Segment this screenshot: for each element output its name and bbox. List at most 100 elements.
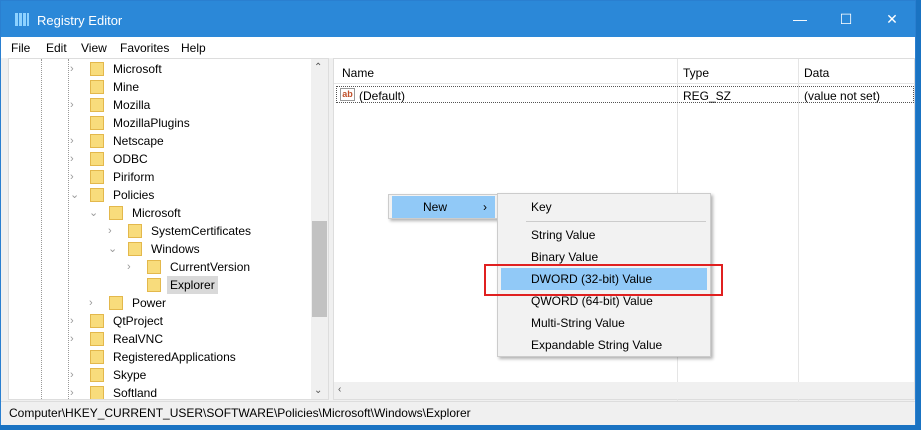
tree-guide-line [68, 59, 69, 399]
menu-item-expandable-string-value[interactable]: Expandable String Value [501, 334, 707, 356]
folder-icon [90, 116, 104, 130]
folder-icon [90, 350, 104, 364]
tree-item-label: Microsoft [113, 62, 162, 76]
string-value-icon: ab [340, 88, 355, 101]
value-type: REG_SZ [683, 89, 732, 103]
tree-item-label: QtProject [113, 314, 164, 328]
chevron-right-icon[interactable]: › [70, 168, 80, 186]
item-label: Expandable String Value [531, 338, 663, 352]
folder-icon [90, 188, 104, 202]
chevron-down-icon[interactable]: ⌄ [108, 240, 118, 258]
folder-icon [90, 80, 104, 94]
item-label: Multi-String Value [531, 316, 625, 330]
tree-item-label: RegisteredApplications [113, 350, 236, 364]
status-bar: Computer\HKEY_CURRENT_USER\SOFTWARE\Poli… [1, 401, 915, 425]
tree-item-label: ODBC [113, 152, 148, 166]
tree-item-label: CurrentVersion [170, 260, 251, 274]
folder-icon [147, 260, 161, 274]
menu-file[interactable]: File [11, 41, 30, 55]
value-row[interactable]: ab (Default) REG_SZ (value not set) [336, 86, 914, 103]
folder-icon [128, 242, 142, 256]
scroll-left-icon[interactable]: ‹ [338, 384, 341, 395]
column-name[interactable]: Name [342, 66, 374, 80]
tree-item-label: Mine [113, 80, 140, 94]
folder-icon [90, 134, 104, 148]
chevron-right-icon[interactable]: › [70, 150, 80, 168]
context-menu: New › [388, 194, 499, 219]
tree-scrollbar[interactable]: ⌃ ⌄ [311, 59, 328, 399]
chevron-right-icon[interactable]: › [70, 366, 80, 384]
chevron-down-icon[interactable]: ⌄ [70, 186, 80, 204]
status-path: Computer\HKEY_CURRENT_USER\SOFTWARE\Poli… [9, 406, 471, 420]
chevron-down-icon[interactable]: ⌄ [89, 204, 99, 222]
tree-item-label: Explorer [167, 276, 218, 294]
chevron-right-icon[interactable]: › [70, 330, 80, 348]
tree-item-label: Skype [113, 368, 147, 382]
tree-item-label: Windows [151, 242, 200, 256]
folder-icon [90, 62, 104, 76]
folder-icon [90, 332, 104, 346]
chevron-right-icon[interactable]: › [70, 96, 80, 114]
chevron-right-icon[interactable]: › [127, 258, 137, 276]
folder-icon [90, 386, 104, 399]
tree-item-label: Piriform [113, 170, 155, 184]
chevron-right-icon[interactable]: › [70, 132, 80, 150]
new-label: New [423, 200, 448, 214]
chevron-right-icon[interactable]: › [70, 312, 80, 330]
column-data[interactable]: Data [804, 66, 829, 80]
folder-icon [147, 278, 161, 292]
menu-item-new[interactable]: New › [392, 196, 495, 218]
chevron-right-icon[interactable]: › [108, 222, 118, 240]
folder-icon [90, 152, 104, 166]
folder-icon [90, 314, 104, 328]
tree-item-label: Policies [113, 188, 155, 202]
scroll-up-icon[interactable]: ⌃ [314, 62, 322, 73]
folder-icon [109, 206, 123, 220]
folder-icon [128, 224, 142, 238]
key-tree[interactable]: › Microsoft Mine › Mozilla MozillaPlugins › Net… [8, 58, 329, 400]
tree-item-label: Softland [113, 386, 158, 400]
chevron-right-icon[interactable]: › [89, 294, 99, 312]
menu-edit[interactable]: Edit [46, 41, 67, 55]
item-label: String Value [531, 228, 596, 242]
column-type[interactable]: Type [683, 66, 709, 80]
minimize-button[interactable]: — [777, 1, 823, 37]
chevron-right-icon[interactable]: › [70, 384, 80, 399]
tree-item-label: RealVNC [113, 332, 164, 346]
menu-view[interactable]: View [81, 41, 107, 55]
folder-icon [90, 98, 104, 112]
menu-item-multi-string-value[interactable]: Multi-String Value [501, 312, 707, 334]
item-label: Key [531, 200, 552, 214]
folder-icon [90, 368, 104, 382]
column-divider[interactable] [798, 59, 799, 401]
tree-item-label: Netscape [113, 134, 164, 148]
scrollbar-thumb[interactable] [312, 221, 327, 317]
tree-item-label: Microsoft [132, 206, 181, 220]
highlight-annotation-box [484, 264, 723, 296]
menu-item-string-value[interactable]: String Value [501, 224, 707, 246]
folder-icon [90, 170, 104, 184]
scroll-down-icon[interactable]: ⌄ [314, 385, 322, 396]
value-name: (Default) [359, 89, 406, 103]
menu-separator [526, 221, 706, 222]
close-button[interactable]: ✕ [869, 1, 915, 37]
values-header: Name Type Data [334, 59, 914, 84]
menu-item-key[interactable]: Key [501, 196, 707, 218]
tree-item-label: Mozilla [113, 98, 151, 112]
menu-favorites[interactable]: Favorites [120, 41, 169, 55]
title-bar: Registry Editor — ☐ ✕ [1, 1, 915, 37]
chevron-right-icon[interactable]: › [70, 60, 80, 78]
menu-help[interactable]: Help [181, 41, 206, 55]
tree-item-label: SystemCertificates [151, 224, 252, 238]
tree-guide-line [41, 59, 42, 399]
registry-editor-icon [15, 13, 29, 26]
maximize-button[interactable]: ☐ [823, 1, 869, 37]
submenu-arrow-icon: › [483, 200, 487, 214]
window-title: Registry Editor [37, 13, 123, 28]
tree-item-label: MozillaPlugins [113, 116, 190, 130]
folder-icon [109, 296, 123, 310]
value-data: (value not set) [804, 89, 881, 103]
tree-item-label: Power [132, 296, 167, 310]
values-horizontal-scrollbar[interactable]: ‹ [334, 382, 914, 399]
menu-bar: File Edit View Favorites Help [1, 37, 915, 58]
